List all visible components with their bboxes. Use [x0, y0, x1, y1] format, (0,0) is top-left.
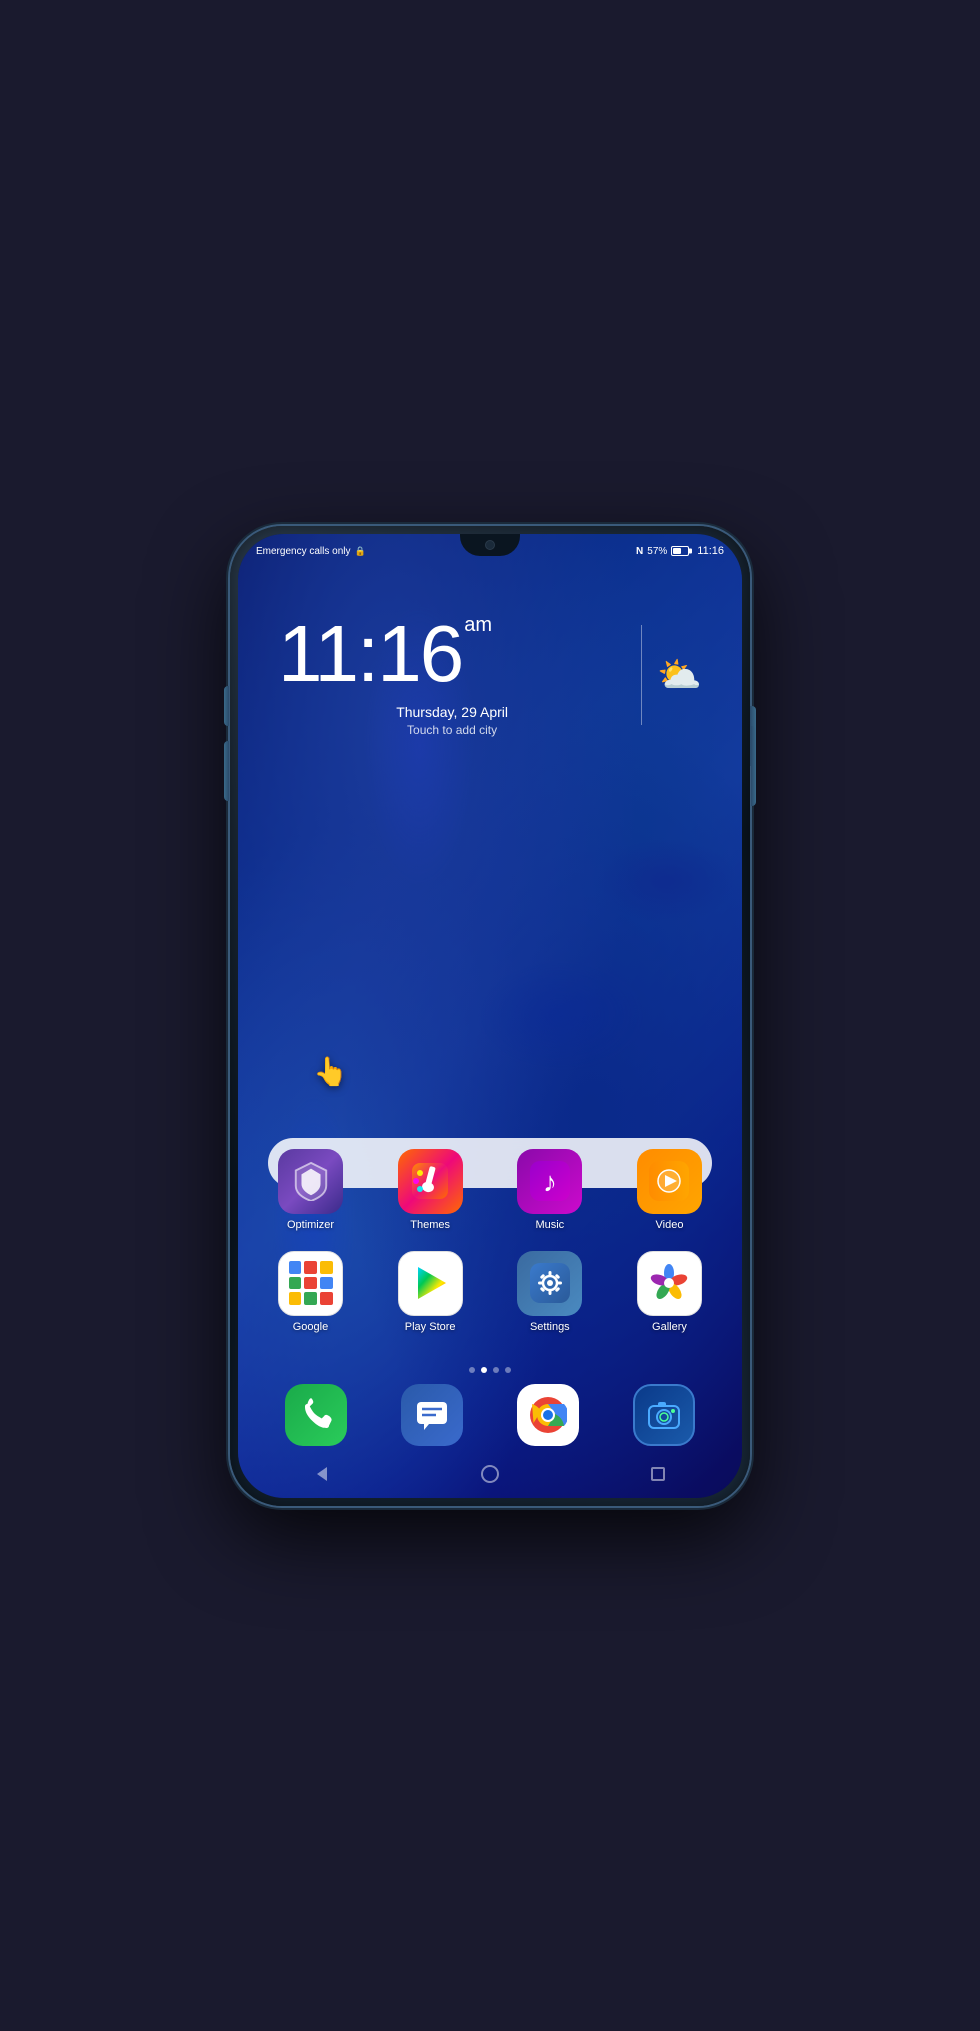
status-left: Emergency calls only 🔒 [256, 546, 366, 557]
navigation-bar [238, 1450, 742, 1498]
video-icon [637, 1149, 702, 1214]
volume-down-button[interactable] [224, 741, 229, 801]
app-grid: Optimizer [268, 1149, 712, 1353]
page-dot-1 [469, 1367, 475, 1373]
google-label: Google [293, 1321, 328, 1333]
gallery-label: Gallery [652, 1321, 687, 1333]
clock-am-pm: am [464, 614, 492, 637]
video-label: Video [656, 1219, 684, 1231]
nav-back-button[interactable] [307, 1459, 337, 1489]
dock-camera[interactable] [629, 1384, 699, 1446]
optimizer-icon [278, 1149, 343, 1214]
clock-weather: ⛅ [657, 654, 702, 696]
front-camera [485, 540, 495, 550]
playstore-label: Play Store [405, 1321, 456, 1333]
battery-icon [671, 546, 689, 556]
clock-city[interactable]: Touch to add city [278, 723, 626, 737]
app-row-2: Google [268, 1251, 712, 1333]
music-icon: ♪ [517, 1149, 582, 1214]
page-dots [238, 1367, 742, 1373]
themes-label: Themes [410, 1219, 450, 1231]
optimizer-label: Optimizer [287, 1219, 334, 1231]
nfc-icon: N [636, 546, 643, 557]
chrome-app-icon [517, 1384, 579, 1446]
dock-phone[interactable] [281, 1384, 351, 1446]
phone-app-icon [285, 1384, 347, 1446]
app-gallery[interactable]: Gallery [627, 1251, 712, 1333]
lock-icon: 🔒 [354, 546, 365, 557]
themes-icon [398, 1149, 463, 1214]
gallery-icon [637, 1251, 702, 1316]
music-label: Music [535, 1219, 564, 1231]
camera-app-icon [633, 1384, 695, 1446]
app-row-1: Optimizer [268, 1149, 712, 1231]
app-video[interactable]: Video [627, 1149, 712, 1231]
playstore-icon [398, 1251, 463, 1316]
app-music[interactable]: ♪ Music [507, 1149, 592, 1231]
page-dot-2 [481, 1367, 487, 1373]
app-google[interactable]: Google [268, 1251, 353, 1333]
clock-widget[interactable]: 11:16 am Thursday, 29 April Touch to add… [278, 614, 702, 737]
settings-label: Settings [530, 1321, 570, 1333]
status-right: N 57% 11:16 [636, 545, 724, 557]
svg-text:♪: ♪ [543, 1167, 557, 1198]
weather-icon: ⛅ [657, 654, 702, 696]
settings-icon [517, 1251, 582, 1316]
nav-recents-button[interactable] [643, 1459, 673, 1489]
clock-time: 11:16 [278, 614, 462, 694]
phone-screen: Emergency calls only 🔒 N 57% 11:16 11:16 [238, 534, 742, 1498]
phone-device: Emergency calls only 🔒 N 57% 11:16 11:16 [230, 526, 750, 1506]
battery-percent: 57% [647, 546, 667, 557]
status-time: 11:16 [697, 545, 724, 557]
google-icon [278, 1251, 343, 1316]
app-themes[interactable]: Themes [388, 1149, 473, 1231]
clock-divider [641, 625, 642, 725]
dock-messages[interactable] [397, 1384, 467, 1446]
app-settings[interactable]: Settings [507, 1251, 592, 1333]
page-dot-4 [505, 1367, 511, 1373]
messages-app-icon [401, 1384, 463, 1446]
clock-date: Thursday, 29 April [278, 702, 626, 723]
dock-chrome[interactable] [513, 1384, 583, 1446]
app-optimizer[interactable]: Optimizer [268, 1149, 353, 1231]
notch [460, 534, 520, 556]
page-dot-3 [493, 1367, 499, 1373]
nav-home-button[interactable] [475, 1459, 505, 1489]
dock [258, 1384, 722, 1446]
app-playstore[interactable]: Play Store [388, 1251, 473, 1333]
power-button[interactable] [751, 726, 756, 806]
emergency-calls-text: Emergency calls only [256, 546, 350, 557]
clock-time-block: 11:16 am Thursday, 29 April Touch to add… [278, 614, 626, 737]
volume-up-button[interactable] [224, 686, 229, 726]
